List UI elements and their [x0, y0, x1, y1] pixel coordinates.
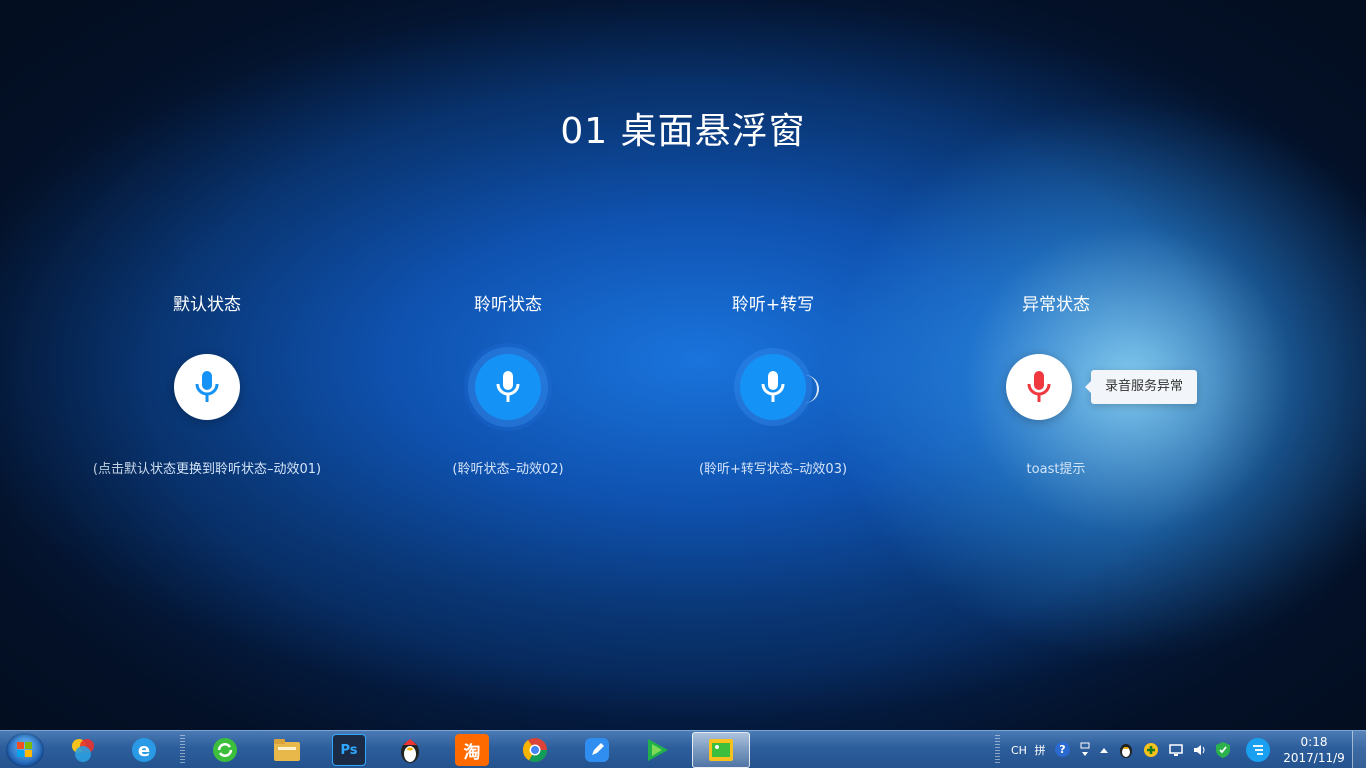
language-indicator[interactable]: CH [1011, 741, 1027, 759]
mic-button-transcribing[interactable] [740, 354, 806, 420]
ime-options-icon[interactable] [1078, 741, 1092, 759]
state-label: 异常状态 [1022, 295, 1090, 315]
microphone-icon [496, 371, 520, 402]
state-default: 默认状态 (点击默认状态更换到聆听状态–动效01) [47, 292, 367, 477]
state-caption: (点击默认状态更换到聆听状态–动效01) [92, 462, 322, 477]
photoshop-icon[interactable]: Ps [332, 734, 366, 766]
ie-icon[interactable]: e [127, 734, 161, 766]
plus-app-icon[interactable] [1143, 741, 1159, 759]
show-hidden-icons-chevron-up-icon[interactable] [1097, 741, 1111, 759]
qq-penguin-icon[interactable] [393, 734, 427, 766]
state-label: 聆听+转写 [731, 295, 815, 315]
desktop: 01 桌面悬浮窗 默认状态 (点击默认状态更换到聆听状态–动效01) 聆听状态 … [0, 0, 1366, 730]
state-caption: (聆听+转写状态–动效03) [698, 462, 848, 477]
svg-text:e: e [138, 740, 150, 761]
page-title: 01 桌面悬浮窗 [560, 111, 806, 152]
state-error: 异常状态 录音服务异常 toast提示 [896, 292, 1216, 477]
mic-button-listening[interactable] [475, 354, 541, 420]
image-viewer-icon[interactable] [704, 734, 738, 766]
help-icon[interactable]: ? [1055, 742, 1070, 757]
loading-arc-icon [803, 375, 819, 403]
clock-time: 0:18 [1300, 735, 1328, 749]
windows-logo-icon [17, 742, 33, 758]
edit-app-icon[interactable] [580, 734, 614, 766]
volume-icon[interactable] [1192, 741, 1208, 759]
start-button[interactable] [6, 733, 44, 767]
qq-tray-icon[interactable] [1118, 741, 1134, 759]
microphone-icon [1027, 371, 1051, 402]
video-player-icon[interactable] [640, 734, 674, 766]
taskbar-clock[interactable]: 0:18 2017/11/9 [1282, 734, 1346, 766]
network-icon[interactable] [1168, 741, 1184, 759]
taobao-icon[interactable]: 淘 [455, 734, 489, 766]
state-label: 默认状态 [173, 295, 241, 315]
microphone-icon [195, 371, 219, 402]
state-listening-transcribing: 聆听+转写 (聆听+转写状态–动效03) [613, 292, 933, 477]
taskbar: e Ps 淘 CH 拼 ? 0:18 2017/11/9 [0, 730, 1366, 768]
ime-icon[interactable]: 拼 [1033, 741, 1047, 759]
mic-button-error[interactable] [1006, 354, 1072, 420]
refresh-app-icon[interactable] [208, 734, 242, 766]
state-caption: toast提示 [1026, 462, 1086, 477]
clock-date: 2017/11/9 [1283, 751, 1345, 765]
file-explorer-icon[interactable] [270, 734, 304, 766]
360-icon[interactable] [66, 734, 100, 766]
mic-button-default[interactable] [174, 354, 240, 420]
tray-grip[interactable] [995, 735, 1000, 765]
chrome-icon[interactable] [518, 734, 552, 766]
microphone-icon [761, 371, 785, 402]
taskbar-grip[interactable] [180, 735, 185, 765]
message-center-icon[interactable] [1246, 738, 1270, 762]
security-shield-icon[interactable] [1215, 741, 1231, 759]
show-desktop-button[interactable] [1352, 731, 1366, 768]
toast-message: 录音服务异常 [1084, 370, 1198, 404]
